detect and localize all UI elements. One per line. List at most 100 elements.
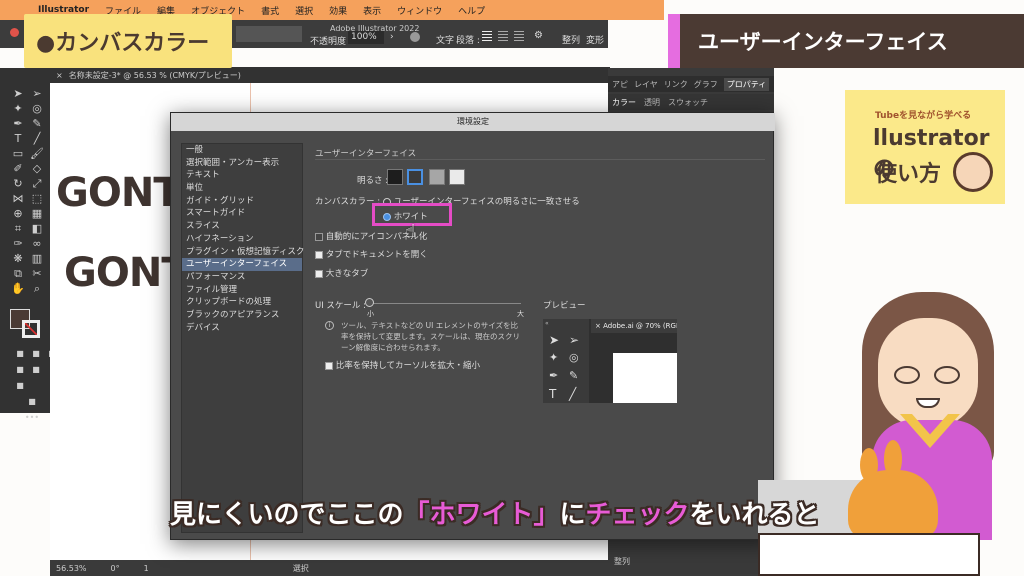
graph-tool-icon[interactable]: ▥ bbox=[29, 251, 45, 267]
category-item[interactable]: クリップボードの処理 bbox=[182, 296, 302, 309]
tab-links[interactable]: リンク bbox=[664, 79, 688, 90]
checkbox-large-tabs[interactable] bbox=[315, 269, 323, 278]
zoom-tool-icon[interactable]: ⌕ bbox=[29, 281, 45, 297]
gradient-mode-icon[interactable]: ■ bbox=[28, 362, 44, 378]
eyedropper-icon[interactable]: ✑ bbox=[10, 236, 26, 252]
eraser-icon[interactable]: ◇ bbox=[29, 161, 45, 177]
mesh-tool-icon[interactable]: ⌗ bbox=[10, 221, 26, 237]
large-tabs-option[interactable]: 大きなタブ bbox=[315, 267, 368, 279]
draw-mode-icon[interactable]: ■ bbox=[12, 378, 28, 394]
tab-layers[interactable]: レイヤ bbox=[634, 79, 658, 90]
open-in-tabs-option[interactable]: タブでドキュメントを開く bbox=[315, 248, 428, 260]
menu-item-effect[interactable]: 効果 bbox=[329, 4, 347, 17]
close-tab-icon[interactable]: × bbox=[56, 71, 63, 80]
opacity-input[interactable]: 100% bbox=[348, 31, 384, 44]
category-item[interactable]: スマートガイド bbox=[182, 207, 302, 220]
tab-appearance[interactable]: アピ bbox=[612, 79, 628, 90]
perspective-grid-icon[interactable]: ▦ bbox=[29, 206, 45, 222]
tab-swatches[interactable]: スウォッチ bbox=[668, 97, 708, 108]
category-item[interactable]: ハイフネーション bbox=[182, 233, 302, 246]
line-tool-icon[interactable]: ╱ bbox=[29, 131, 45, 147]
radio-white[interactable] bbox=[383, 212, 391, 221]
category-item[interactable]: ブラックのアピアランス bbox=[182, 309, 302, 322]
rotate-tool-icon[interactable]: ↻ bbox=[10, 176, 26, 192]
align-panel-label[interactable]: 整列 bbox=[614, 556, 630, 567]
category-item[interactable]: スライス bbox=[182, 220, 302, 233]
direct-selection-tool-icon[interactable]: ➢ bbox=[29, 86, 45, 102]
lasso-icon[interactable]: ◎ bbox=[29, 101, 45, 117]
rectangle-tool-icon[interactable]: ▭ bbox=[10, 146, 26, 162]
ui-scale-track[interactable] bbox=[369, 303, 521, 304]
align-right-icon[interactable] bbox=[514, 31, 524, 42]
category-item[interactable]: 一般 bbox=[182, 144, 302, 157]
width-tool-icon[interactable]: ⋈ bbox=[10, 191, 26, 207]
slice-tool-icon[interactable]: ✂ bbox=[29, 266, 45, 282]
stroke-color-swatch[interactable] bbox=[22, 320, 40, 338]
recolor-icon[interactable] bbox=[410, 32, 420, 42]
stroke-field[interactable] bbox=[236, 26, 302, 42]
brightness-light[interactable] bbox=[449, 169, 465, 185]
cursor-scale-option[interactable]: 比率を保持してカーソルを拡大・縮小 bbox=[325, 359, 480, 371]
canvas-text-gont-1[interactable]: GONT bbox=[56, 170, 181, 216]
menu-item-type[interactable]: 書式 bbox=[261, 4, 279, 17]
symbol-sprayer-icon[interactable]: ❋ bbox=[10, 251, 26, 267]
category-item[interactable]: ファイル管理 bbox=[182, 284, 302, 297]
scale-tool-icon[interactable]: ⤢ bbox=[29, 176, 45, 192]
screen-mode-icon[interactable]: ■ bbox=[24, 394, 40, 410]
artboard-tool-icon[interactable]: ⧉ bbox=[10, 266, 26, 282]
tab-properties[interactable]: プロパティ bbox=[723, 77, 770, 91]
selection-tool-icon[interactable]: ➤ bbox=[10, 86, 26, 102]
brightness-medium[interactable] bbox=[429, 169, 445, 185]
blend-tool-icon[interactable]: ∞ bbox=[29, 236, 45, 252]
type-tool-icon[interactable]: T bbox=[10, 131, 26, 147]
category-item[interactable]: デバイス bbox=[182, 322, 302, 335]
paragraph-label[interactable]: 段落 : bbox=[456, 33, 480, 46]
menu-item-help[interactable]: ヘルプ bbox=[458, 4, 485, 17]
category-item[interactable]: プラグイン・仮想記憶ディスク bbox=[182, 246, 304, 259]
default-colors-icon[interactable]: ■ bbox=[12, 346, 28, 362]
category-item[interactable]: ユーザーインターフェイス bbox=[182, 258, 302, 271]
artboard-number[interactable]: 1 bbox=[144, 564, 149, 573]
rotation-angle[interactable]: 0° bbox=[111, 564, 120, 573]
swap-colors-icon[interactable]: ■ bbox=[28, 346, 44, 362]
checkbox-open-tabs[interactable] bbox=[315, 250, 323, 259]
more-tools-icon[interactable]: ••• bbox=[24, 410, 40, 426]
tab-transparency[interactable]: 透明 bbox=[644, 97, 660, 108]
hand-tool-icon[interactable]: ✋ bbox=[10, 281, 26, 297]
gear-icon[interactable]: ⚙ bbox=[534, 30, 543, 41]
opacity-arrow-icon[interactable]: › bbox=[390, 32, 394, 42]
shaper-tool-icon[interactable]: ✐ bbox=[10, 161, 26, 177]
menu-item-view[interactable]: 表示 bbox=[363, 4, 381, 17]
brightness-dark-selected[interactable] bbox=[407, 169, 423, 185]
curvature-tool-icon[interactable]: ✎ bbox=[29, 116, 45, 132]
pen-tool-icon[interactable]: ✒ bbox=[10, 116, 26, 132]
free-transform-icon[interactable]: ⬚ bbox=[29, 191, 45, 207]
checkbox-cursor-scale[interactable] bbox=[325, 361, 333, 370]
category-item[interactable]: 選択範囲・アンカー表示 bbox=[182, 157, 302, 170]
paintbrush-icon[interactable]: 🖌 bbox=[29, 146, 45, 162]
category-item[interactable]: テキスト bbox=[182, 169, 302, 182]
text-label[interactable]: 文字 bbox=[436, 33, 454, 46]
category-item[interactable]: パフォーマンス bbox=[182, 271, 302, 284]
align-label[interactable]: 整列 bbox=[562, 33, 580, 46]
magic-wand-icon[interactable]: ✦ bbox=[10, 101, 26, 117]
auto-icon-panel-option[interactable]: 自動的にアイコンパネル化 bbox=[315, 230, 427, 242]
shape-builder-icon[interactable]: ⊕ bbox=[10, 206, 26, 222]
transform-label[interactable]: 変形 bbox=[586, 33, 604, 46]
tab-color[interactable]: カラー bbox=[612, 97, 636, 108]
category-item[interactable]: ガイド・グリッド bbox=[182, 195, 302, 208]
gradient-tool-icon[interactable]: ◧ bbox=[29, 221, 45, 237]
category-item[interactable]: 単位 bbox=[182, 182, 302, 195]
color-mode-icon[interactable]: ■ bbox=[12, 362, 28, 378]
menu-item-select[interactable]: 選択 bbox=[295, 4, 313, 17]
align-left-icon[interactable] bbox=[482, 31, 492, 42]
tab-graphic-styles[interactable]: グラフ bbox=[694, 79, 718, 90]
align-center-icon[interactable] bbox=[498, 31, 508, 42]
checkbox-auto-icon[interactable] bbox=[315, 232, 323, 241]
window-close-dot[interactable] bbox=[10, 28, 19, 37]
document-tab[interactable]: 名称未設定-3* @ 56.53 % (CMYK/プレビュー) bbox=[69, 70, 241, 81]
brightness-darkest[interactable] bbox=[387, 169, 403, 185]
ui-scale-handle[interactable] bbox=[365, 298, 374, 307]
menu-item-window[interactable]: ウィンドウ bbox=[397, 4, 442, 17]
zoom-level[interactable]: 56.53% bbox=[56, 564, 87, 573]
